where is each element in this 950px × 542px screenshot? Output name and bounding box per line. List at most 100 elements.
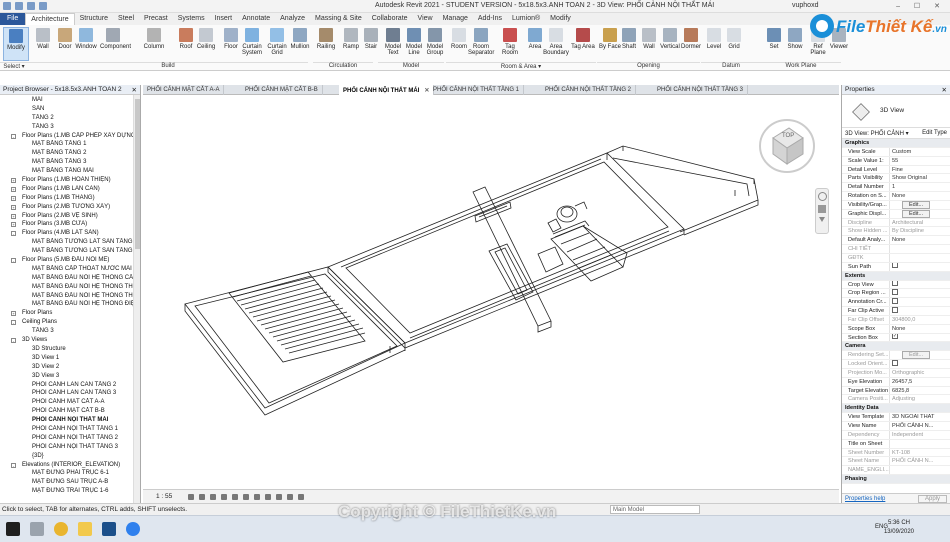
tree-item[interactable]: PHỐI CẢNH LAN CAN TẦNG 3 xyxy=(0,389,134,398)
ribbon-tab[interactable]: Massing & Site xyxy=(310,13,367,25)
tree-item[interactable]: - Ceiling Plans xyxy=(0,318,134,327)
tree-item[interactable]: MẶT BẰNG CẤP THOÁT NƯỚC MÁI xyxy=(0,265,134,274)
render-icon[interactable] xyxy=(232,494,238,500)
tree-item[interactable]: - Elevations (INTERIOR_ELEVATION) xyxy=(0,461,134,470)
property-value[interactable] xyxy=(889,298,950,307)
edit-button[interactable]: Edit... xyxy=(902,209,931,218)
ribbon-button[interactable]: Column xyxy=(141,27,167,61)
viewcube-icon[interactable]: TOP xyxy=(757,116,817,176)
ribbon-tab[interactable]: Insert xyxy=(210,13,238,25)
tree-item[interactable]: + Floor Plans (1.MB HOÀN THIỆN) xyxy=(0,176,134,185)
user-name[interactable]: vuphoxd xyxy=(792,2,818,9)
property-value[interactable]: 3D NGOAI THAT xyxy=(889,413,950,421)
tree-item[interactable]: 3D View 3 xyxy=(0,372,134,381)
tree-item[interactable]: -3D Views xyxy=(0,336,134,345)
tree-item[interactable]: PHỐI CẢNH NỘI THẤT TẦNG 2 xyxy=(0,434,134,443)
properties-help-link[interactable]: Properties help xyxy=(845,496,885,502)
ribbon-tab[interactable]: Modify xyxy=(545,13,576,25)
expand-icon[interactable]: + xyxy=(11,195,16,201)
property-value[interactable]: Edit... xyxy=(889,209,950,218)
property-value[interactable]: None xyxy=(889,236,950,245)
windows-start-icon[interactable] xyxy=(6,522,20,536)
tree-item[interactable]: TẦNG 2 xyxy=(0,114,134,123)
worksharing-icon[interactable] xyxy=(298,494,304,500)
instance-selector[interactable]: 3D View: PHỐI CẢNH ▾ Edit Type xyxy=(842,128,950,139)
tree-item[interactable]: TẦNG 3 xyxy=(0,123,134,132)
revit-taskbar-icon[interactable] xyxy=(102,522,116,536)
property-value[interactable] xyxy=(889,466,950,475)
property-value[interactable]: PHỐI CẢNH N... xyxy=(889,457,950,466)
tree-item[interactable]: MẶT BẰNG ĐẦU NỐI HỆ THỐNG ĐIỆN xyxy=(0,300,134,309)
ribbon-tab[interactable]: File xyxy=(0,13,26,25)
ribbon-tab[interactable]: Lumion® xyxy=(507,13,545,25)
property-group-header[interactable]: Graphics xyxy=(842,139,950,148)
tree-item[interactable]: MẶT BẰNG ĐẦU NỐI HỆ THỐNG THOÁ xyxy=(0,292,134,301)
tree-item[interactable]: PHỐI CẢNH NỘI THẤT MÁI xyxy=(0,416,134,425)
tree-item[interactable]: - Floor Plans (5.MB ĐẦU NỐI ME) xyxy=(0,256,134,265)
property-value[interactable]: 1 xyxy=(889,183,950,192)
tree-item[interactable]: MẶT ĐỨNG TRÁI TRỤC 1-6 xyxy=(0,487,134,496)
tree-item[interactable]: MẶT BẰNG ĐẦU NỐI HỆ THỐNG THO xyxy=(0,283,134,292)
reveal-hidden-icon[interactable] xyxy=(287,494,293,500)
zoom-icon[interactable] xyxy=(818,205,826,213)
tree-item[interactable]: MÁI xyxy=(0,96,134,105)
steering-wheel-icon[interactable] xyxy=(817,192,827,201)
tree-item[interactable]: MẶT BẰNG TẦNG MÁI xyxy=(0,167,134,176)
tree-item[interactable]: + Floor Plans (1.MB THANG) xyxy=(0,194,134,203)
property-value[interactable]: 55 xyxy=(889,156,950,165)
property-value[interactable]: Custom xyxy=(889,147,950,156)
file-explorer-icon[interactable] xyxy=(78,522,92,536)
expand-icon[interactable]: + xyxy=(11,204,16,210)
revit-logo-icon[interactable] xyxy=(3,2,11,10)
window-controls[interactable]: ‒ ☐ ✕ xyxy=(896,2,946,10)
tree-item[interactable]: PHỐI CẢNH MẶT CẮT B-B xyxy=(0,407,134,416)
tree-item[interactable]: + Floor Plans (2.MB TƯỜNG XÂY) xyxy=(0,203,134,212)
property-value[interactable]: ✓ xyxy=(889,333,950,342)
detail-level-icon[interactable] xyxy=(188,494,194,500)
close-icon[interactable]: ✕ xyxy=(942,86,947,94)
ribbon-button[interactable]: Tag Room xyxy=(497,27,523,61)
ribbon-tab[interactable]: Precast xyxy=(139,13,173,25)
expand-icon[interactable]: + xyxy=(11,311,16,317)
hide-isolate-icon[interactable] xyxy=(276,494,282,500)
property-value[interactable] xyxy=(889,307,950,315)
crop-icon[interactable] xyxy=(243,494,249,500)
edit-button[interactable]: Edit... xyxy=(902,351,931,360)
checkbox[interactable] xyxy=(892,360,898,366)
ribbon-tab[interactable]: Collaborate xyxy=(367,13,413,25)
ribbon-button[interactable]: Room Separator xyxy=(468,27,494,61)
checkbox[interactable] xyxy=(892,298,898,304)
tree-item[interactable]: SÂN xyxy=(0,105,134,114)
edit-type-button[interactable]: Edit Type xyxy=(922,130,947,136)
property-value[interactable] xyxy=(889,262,950,271)
property-group-header[interactable]: Identity Data xyxy=(842,404,950,414)
task-view-icon[interactable] xyxy=(30,522,44,536)
property-value[interactable] xyxy=(889,245,950,253)
type-selector[interactable]: 3D View xyxy=(842,95,950,128)
ribbon-button[interactable]: Modify xyxy=(3,27,29,61)
tree-item[interactable]: 3D View 2 xyxy=(0,363,134,372)
property-value[interactable]: 6825,8 xyxy=(889,386,950,395)
ribbon-button[interactable]: Area Boundary xyxy=(543,27,569,61)
expand-icon[interactable]: + xyxy=(11,222,16,228)
lock-icon[interactable] xyxy=(265,494,271,500)
collapse-icon[interactable]: - xyxy=(11,320,16,326)
property-value[interactable] xyxy=(889,280,950,289)
collapse-icon[interactable]: - xyxy=(11,462,16,468)
ribbon-tab[interactable]: Analyze xyxy=(275,13,310,25)
tree-item[interactable]: PHỐI CẢNH LAN CAN TẦNG 2 xyxy=(0,381,134,390)
property-value[interactable]: Independent xyxy=(889,430,950,439)
project-browser-scrollbar[interactable] xyxy=(133,95,140,503)
ribbon-tab[interactable]: Steel xyxy=(113,13,139,25)
ribbon-tab[interactable]: Structure xyxy=(75,13,113,25)
active-model-dropdown[interactable]: Main Model xyxy=(610,505,700,514)
property-value[interactable]: PHỐI CẢNH N... xyxy=(889,422,950,430)
property-value[interactable]: Adjusting xyxy=(889,395,950,404)
3d-view-canvas[interactable]: TOP xyxy=(143,96,839,489)
tree-item[interactable]: MẶT BẰNG TƯỜNG LÁT SÀN TẦNG 2 xyxy=(0,247,134,256)
tree-item[interactable]: MẶT BẰNG TẦNG 2 xyxy=(0,149,134,158)
tree-item[interactable]: PHỐI CẢNH NỘI THẤT TẦNG 3 xyxy=(0,443,134,452)
sun-path-icon[interactable] xyxy=(210,494,216,500)
tree-item[interactable]: + Floor Plans xyxy=(0,309,134,318)
chrome-icon[interactable] xyxy=(54,522,68,536)
